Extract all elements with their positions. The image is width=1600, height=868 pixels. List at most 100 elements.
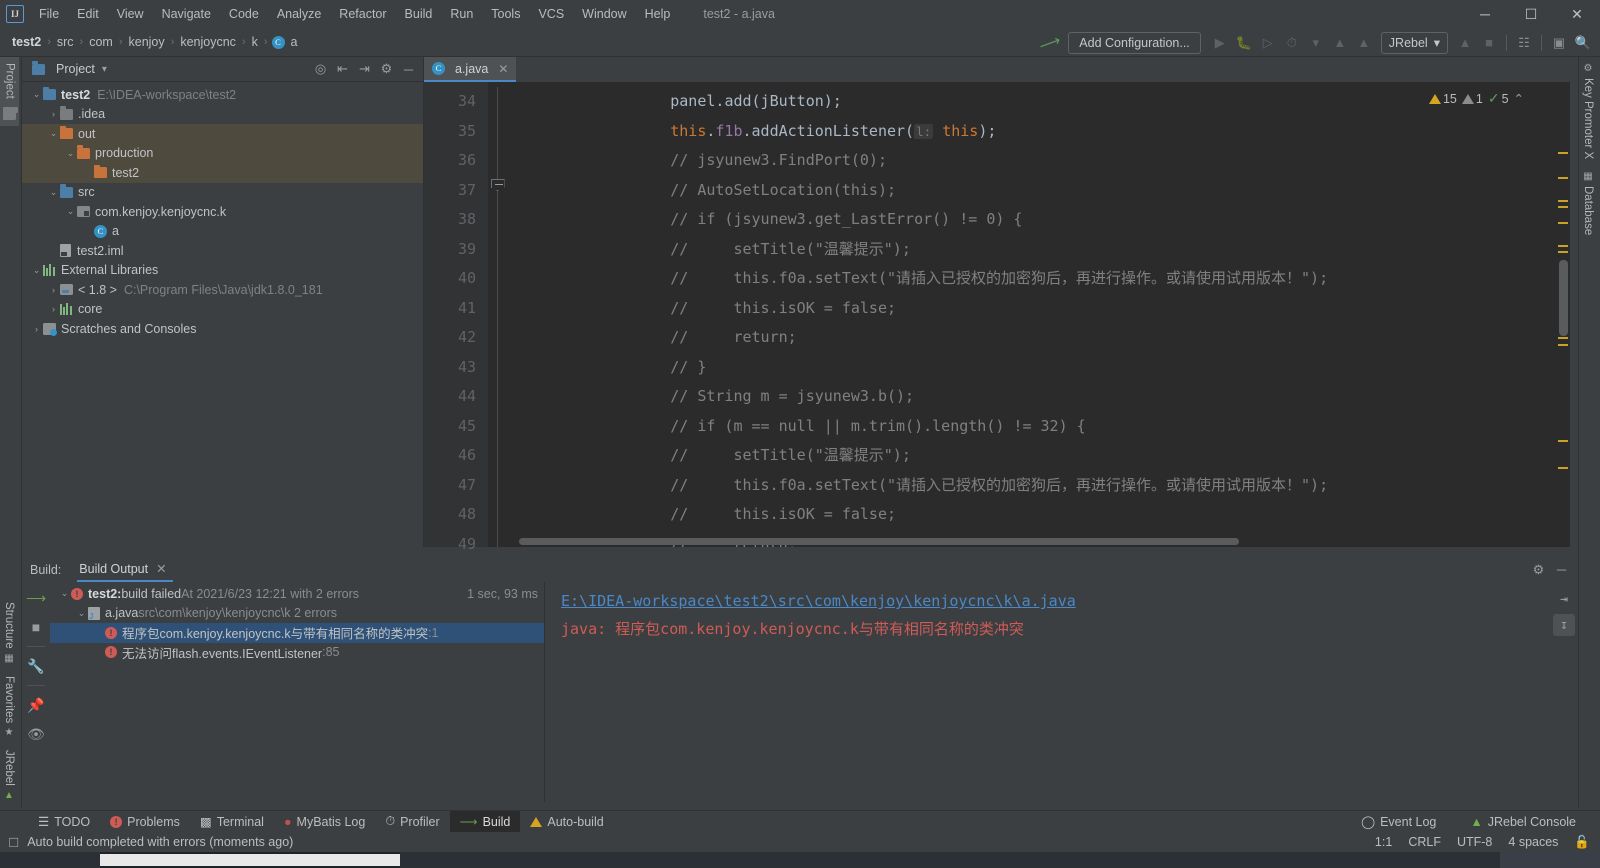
warning-marker[interactable]	[1558, 177, 1568, 179]
menu-item-navigate[interactable]: Navigate	[153, 3, 220, 25]
code-line[interactable]: panel.add(jButton);	[508, 87, 1570, 117]
build-console-link[interactable]: E:\IDEA-workspace\test2\src\com\kenjoy\k…	[561, 592, 1578, 610]
tree-toggle-icon[interactable]: ⌄	[75, 608, 88, 619]
menu-item-help[interactable]: Help	[636, 3, 680, 25]
jrebel-run-icon[interactable]: ▲	[1329, 32, 1351, 54]
menu-item-build[interactable]: Build	[396, 3, 442, 25]
jrebel-attach-icon[interactable]: ▲	[1454, 32, 1476, 54]
warning-marker[interactable]	[1558, 467, 1568, 469]
indent-setting[interactable]: 4 spaces	[1508, 835, 1558, 849]
tool-button-profiler[interactable]: ⏱ Profiler	[375, 811, 449, 833]
warning-marker[interactable]	[1558, 222, 1568, 224]
tool-button-event-log[interactable]: ◯ Event Log	[1351, 811, 1446, 833]
editor-vertical-scrollbar[interactable]	[1559, 260, 1568, 336]
menu-item-refactor[interactable]: Refactor	[330, 3, 395, 25]
updates-icon[interactable]: ▣	[1548, 32, 1570, 54]
code-line[interactable]: this.f1b.addActionListener(l: this);	[508, 117, 1570, 147]
tool-button-mybatis-log[interactable]: ● MyBatis Log	[274, 811, 375, 833]
encoding[interactable]: UTF-8	[1457, 835, 1492, 849]
breadcrumb-item-test2[interactable]: test2	[10, 34, 43, 50]
tree-toggle-icon[interactable]: ⌄	[58, 588, 71, 599]
tree-node-test2[interactable]: ⌄ test2 E:\IDEA-workspace\test2	[22, 85, 423, 105]
breadcrumb-item-a[interactable]: a	[289, 34, 300, 50]
tree-toggle-icon[interactable]: ›	[47, 285, 60, 295]
build-tree-row[interactable]: ⌄! test2: build failed At 2021/6/23 12:21…	[50, 584, 544, 604]
code-content[interactable]: panel.add(jButton); this.f1b.addActionLi…	[508, 82, 1570, 547]
restore-layout-icon[interactable]: ☷	[1513, 32, 1535, 54]
warning-marker[interactable]	[1558, 337, 1568, 339]
tree-toggle-icon[interactable]: ›	[47, 109, 60, 119]
warning-marker[interactable]	[1558, 251, 1568, 253]
tab-a-java[interactable]: C a.java ✕	[424, 57, 517, 82]
build-tree-row[interactable]: ⌄ a.java src\com\kenjoy\kenjoycnc\k 2 err…	[50, 604, 544, 624]
code-line[interactable]: // this.f0a.setText("请插入已授权的加密狗后，再进行操作。或…	[508, 264, 1570, 294]
tree-toggle-icon[interactable]: ›	[30, 324, 43, 334]
code-line[interactable]: // setTitle("温馨提示");	[508, 235, 1570, 265]
build-tree-row[interactable]: ! 程序包com.kenjoy.kenjoycnc.k与带有相同名称的类冲突 :1	[50, 623, 544, 643]
menu-item-edit[interactable]: Edit	[68, 3, 108, 25]
tree-toggle-icon[interactable]: ⌄	[64, 206, 77, 217]
tree-node-ScratchesandConsoles[interactable]: › Scratches and Consoles	[22, 319, 423, 339]
line-separator[interactable]: CRLF	[1408, 835, 1441, 849]
breadcrumb-item-com[interactable]: com	[87, 34, 115, 50]
settings-icon[interactable]: ⚙	[376, 59, 397, 80]
tool-button-terminal[interactable]: ▩ Terminal	[190, 811, 274, 833]
tree-node-test2[interactable]: test2	[22, 163, 423, 183]
sidebar-item-structure[interactable]: Structure ▦	[0, 596, 18, 670]
locate-icon[interactable]: ◎	[310, 59, 331, 80]
sidebar-item-key-promoter-x[interactable]: ⚙ Key Promoter X	[1579, 57, 1597, 165]
breadcrumb-item-src[interactable]: src	[55, 34, 76, 50]
code-line[interactable]: // this.f0a.setText("请插入已授权的加密狗后，再进行操作。或…	[508, 471, 1570, 501]
tree-node-a[interactable]: Ca	[22, 222, 423, 242]
menu-item-vcs[interactable]: VCS	[529, 3, 573, 25]
warning-marker[interactable]	[1558, 152, 1568, 154]
jrebel-selector[interactable]: JRebel ▾	[1380, 31, 1448, 54]
tool-button-problems[interactable]: ! Problems	[100, 811, 190, 833]
tree-node-ExternalLibraries[interactable]: ⌄ External Libraries	[22, 261, 423, 281]
code-line[interactable]: // jsyunew3.FindPort(0);	[508, 146, 1570, 176]
hide-icon[interactable]: ─	[1551, 559, 1572, 580]
warning-marker[interactable]	[1558, 344, 1568, 346]
pin-icon[interactable]: 📌	[26, 695, 46, 715]
tree-node-1.8[interactable]: › < 1.8 > C:\Program Files\Java\jdk1.8.0_1…	[22, 280, 423, 300]
show-icon[interactable]: 👁	[26, 724, 46, 744]
menu-item-analyze[interactable]: Analyze	[268, 3, 330, 25]
notification-icon[interactable]: ☐	[8, 835, 19, 850]
minimize-button[interactable]: ─	[1462, 0, 1508, 28]
editor-marker-gutter[interactable]	[1556, 82, 1570, 547]
code-line[interactable]: // this.isOK = false;	[508, 294, 1570, 324]
hide-icon[interactable]: ─	[398, 59, 419, 80]
add-configuration-button[interactable]: Add Configuration...	[1068, 31, 1201, 54]
code-line[interactable]: // if (m == null || m.trim().length() !=…	[508, 412, 1570, 442]
code-line[interactable]: // String m = jsyunew3.b();	[508, 382, 1570, 412]
run-with-coverage-icon[interactable]: ▷	[1257, 32, 1279, 54]
code-line[interactable]: // }	[508, 353, 1570, 383]
search-icon[interactable]: 🔍	[1572, 32, 1594, 54]
code-line[interactable]: // setTitle("温馨提示");	[508, 441, 1570, 471]
stop-icon[interactable]: ■	[26, 617, 46, 637]
tab-build-output[interactable]: Build Output ✕	[77, 557, 173, 582]
sidebar-item-database[interactable]: ▦ Database	[1579, 165, 1597, 241]
code-line[interactable]: // AutoSetLocation(this);	[508, 176, 1570, 206]
soft-wrap-icon[interactable]: ⇥	[1553, 588, 1575, 610]
build-tree-row[interactable]: ! 无法访问flash.events.IEventListener :85	[50, 643, 544, 663]
inspection-widget[interactable]: 15 1 ✓ 5 ⌃	[1428, 90, 1524, 107]
jrebel-debug-icon[interactable]: ▲	[1353, 32, 1375, 54]
tree-toggle-icon[interactable]: ⌄	[47, 128, 60, 139]
warning-marker[interactable]	[1558, 440, 1568, 442]
warning-marker[interactable]	[1558, 206, 1568, 208]
code-line[interactable]: // return;	[508, 323, 1570, 353]
collapse-all-icon[interactable]: ⇥	[354, 59, 375, 80]
run-icon[interactable]: ▶	[1209, 32, 1231, 54]
build-console[interactable]: E:\IDEA-workspace\test2\src\com\kenjoy\k…	[545, 582, 1578, 802]
menu-item-run[interactable]: Run	[441, 3, 482, 25]
tree-toggle-icon[interactable]: ⌄	[47, 187, 60, 198]
maximize-button[interactable]: ☐	[1508, 0, 1554, 28]
sidebar-item-project[interactable]: Project	[0, 57, 19, 126]
expand-all-icon[interactable]: ⇤	[332, 59, 353, 80]
tool-button-jrebel-console[interactable]: ▲ JRebel Console	[1460, 811, 1586, 833]
tree-toggle-icon[interactable]: ⌄	[30, 265, 43, 276]
tool-button-auto-build[interactable]: Auto-build	[520, 811, 613, 833]
caret-position[interactable]: 1:1	[1375, 835, 1392, 849]
tree-node-test2.iml[interactable]: test2.iml	[22, 241, 423, 261]
